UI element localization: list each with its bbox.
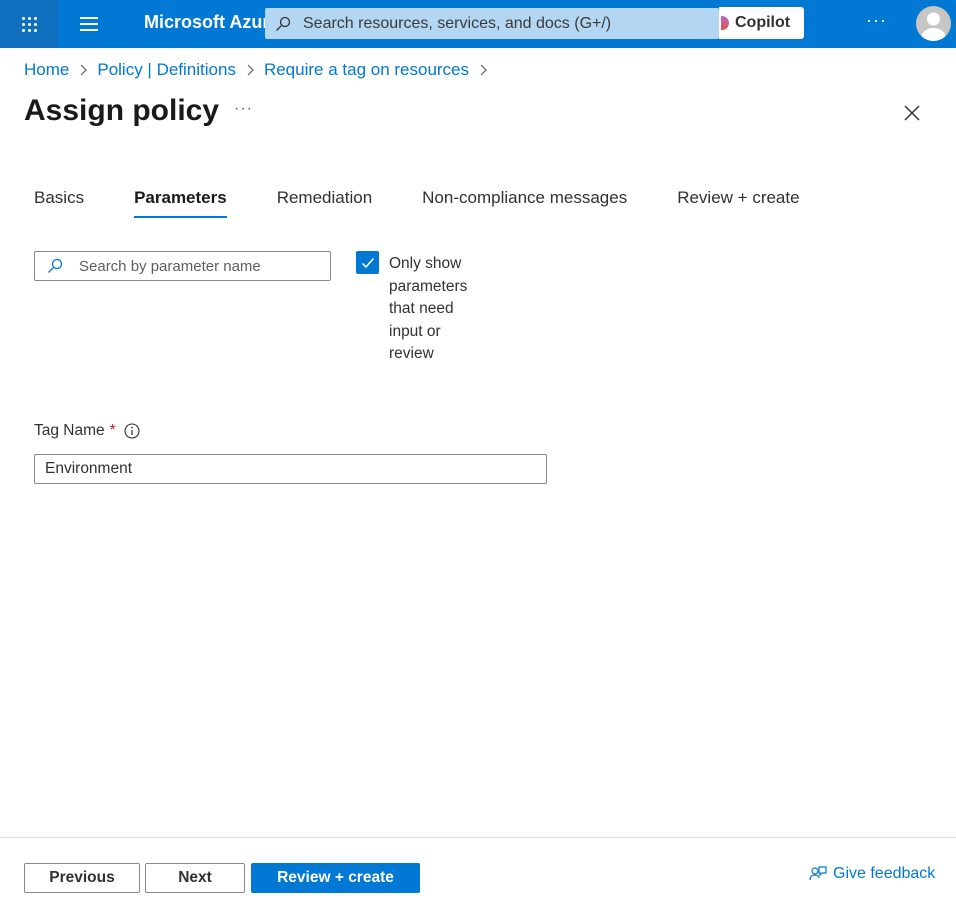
user-avatar-icon <box>921 12 946 41</box>
next-button[interactable]: Next <box>145 863 245 893</box>
parameter-search-box[interactable] <box>34 251 331 281</box>
previous-button[interactable]: Previous <box>24 863 140 893</box>
checkmark-icon <box>361 257 374 268</box>
info-icon[interactable] <box>124 423 140 439</box>
waffle-icon <box>21 16 37 32</box>
required-marker: * <box>109 422 116 439</box>
tab-parameters[interactable]: Parameters <box>134 188 227 218</box>
parameter-search-input[interactable] <box>79 257 319 275</box>
close-icon[interactable] <box>902 103 922 123</box>
tab-basics[interactable]: Basics <box>34 188 84 218</box>
portal-menu-button[interactable] <box>76 14 102 34</box>
top-navigation-bar: Microsoft Azure Copilot ··· <box>0 0 956 48</box>
hamburger-icon <box>80 17 98 19</box>
global-search-input[interactable] <box>303 14 703 33</box>
tag-name-label-row: Tag Name * <box>34 422 140 440</box>
tag-name-field[interactable] <box>34 454 547 484</box>
copilot-button[interactable]: Copilot <box>719 7 804 39</box>
give-feedback-label: Give feedback <box>833 865 936 882</box>
copilot-label: Copilot <box>735 14 791 31</box>
search-icon <box>276 16 291 31</box>
give-feedback-link[interactable]: Give feedback <box>809 865 935 883</box>
global-search-box[interactable] <box>265 8 719 39</box>
tag-name-label: Tag Name <box>34 422 105 439</box>
only-show-parameters-label: Only show parameters that need input or … <box>389 255 468 362</box>
review-create-button[interactable]: Review + create <box>251 863 420 893</box>
tab-remediation[interactable]: Remediation <box>277 188 372 218</box>
breadcrumb-require-tag[interactable]: Require a tag on resources <box>264 60 469 80</box>
breadcrumb-home[interactable]: Home <box>24 60 69 80</box>
avatar[interactable] <box>916 6 951 41</box>
breadcrumb: Home Policy | Definitions Require a tag … <box>24 60 497 80</box>
feedback-icon <box>809 866 827 881</box>
search-icon <box>48 258 63 273</box>
chevron-right-icon <box>80 64 88 76</box>
wizard-tabs: Basics Parameters Remediation Non-compli… <box>34 188 800 218</box>
copilot-icon <box>721 16 729 30</box>
chevron-right-icon <box>480 64 487 76</box>
footer-divider <box>0 837 956 838</box>
title-more-options-icon[interactable]: ··· <box>234 100 253 118</box>
page-title: Assign policy <box>24 94 220 127</box>
more-options-icon[interactable]: ··· <box>866 10 887 31</box>
tab-review-create[interactable]: Review + create <box>677 188 799 218</box>
tab-non-compliance-messages[interactable]: Non-compliance messages <box>422 188 627 218</box>
breadcrumb-policy-definitions[interactable]: Policy | Definitions <box>97 60 236 80</box>
chevron-right-icon <box>247 64 254 76</box>
only-show-parameters-checkbox[interactable] <box>356 251 379 274</box>
brand-title[interactable]: Microsoft Azure <box>144 12 279 33</box>
app-launcher-button[interactable] <box>0 0 58 48</box>
